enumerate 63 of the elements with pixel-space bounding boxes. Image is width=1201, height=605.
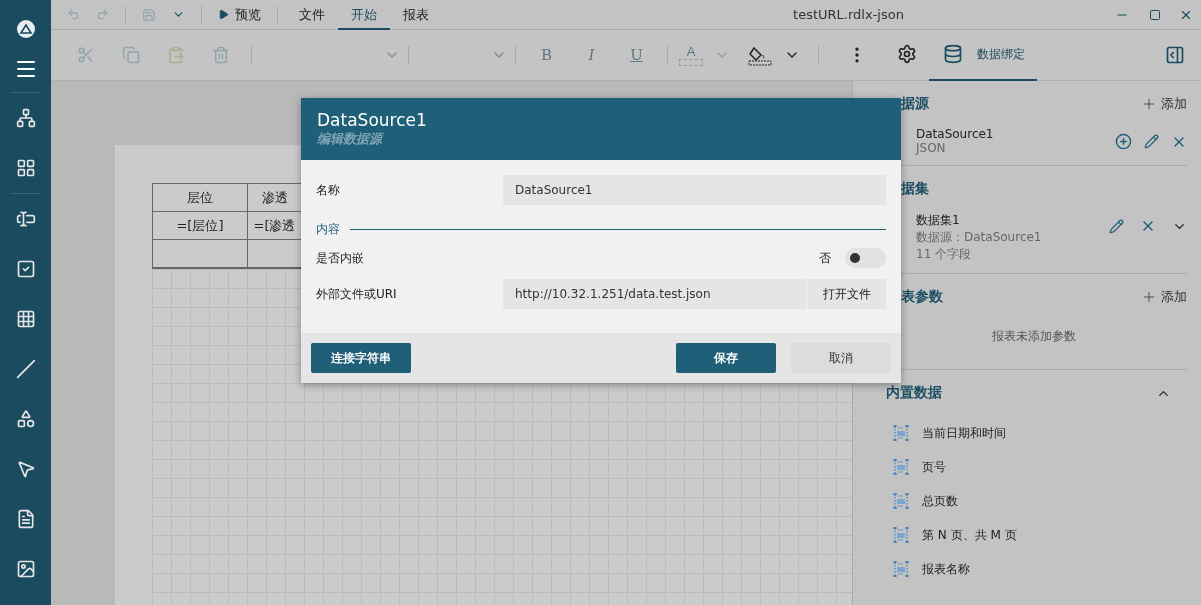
- preview-button[interactable]: 预览: [210, 0, 269, 29]
- plus-icon: [1141, 96, 1157, 112]
- dialog-button[interactable]: 保存: [676, 343, 776, 373]
- name-field[interactable]: DataSource1: [503, 175, 886, 205]
- source-type: JSON: [916, 141, 947, 155]
- add-button[interactable]: 添加: [1141, 95, 1187, 113]
- field-icon: [892, 527, 910, 543]
- table-cell: =[层位]: [153, 212, 248, 240]
- fill-bucket-icon[interactable]: [748, 44, 772, 66]
- section-label: 内容: [316, 220, 340, 238]
- embed-toggle[interactable]: [845, 248, 886, 268]
- maximize-icon[interactable]: [1149, 8, 1161, 21]
- settings-icon: [897, 44, 917, 64]
- plus-icon: [1141, 289, 1157, 305]
- menu-tab[interactable]: 文件: [286, 0, 338, 30]
- open-file-button[interactable]: 打开文件: [807, 279, 886, 309]
- textbox-icon[interactable]: [15, 209, 36, 229]
- field-icon: [892, 459, 910, 475]
- section-title: 据源: [901, 95, 929, 113]
- window-title: testURL.rdlx-json: [792, 7, 905, 22]
- builtin-field[interactable]: 第 N 页、共 M 页: [922, 526, 1017, 544]
- line-icon[interactable]: [15, 359, 36, 379]
- empty-message: 报表未添加参数: [991, 328, 1077, 345]
- panel-toggle-icon[interactable]: [1165, 45, 1185, 65]
- cursor-icon[interactable]: [15, 459, 36, 479]
- section-title: 内置数据: [886, 384, 942, 402]
- shapes-icon[interactable]: [15, 409, 36, 429]
- checkbox-icon[interactable]: [15, 259, 36, 279]
- field-label: 是否内嵌: [316, 249, 365, 267]
- dataset-source: 数据源：DataSource1: [916, 229, 1043, 246]
- builtin-field[interactable]: 报表名称: [922, 560, 970, 578]
- toggle-state: 否: [819, 249, 831, 267]
- edit-icon[interactable]: [1144, 134, 1159, 149]
- dialog-button[interactable]: 连接字符串: [311, 343, 411, 373]
- edit-icon[interactable]: [1109, 218, 1124, 234]
- builtin-field[interactable]: 当前日期和时间: [922, 424, 1006, 442]
- field-icon: [892, 425, 910, 441]
- field-label: 外部文件或URI: [316, 285, 398, 303]
- play-icon: [218, 9, 229, 20]
- add-button[interactable]: 添加: [1141, 288, 1187, 306]
- hierarchy-icon[interactable]: [15, 108, 36, 128]
- section-title: 表参数: [901, 288, 943, 306]
- builtin-field[interactable]: 总页数: [922, 492, 958, 510]
- field-icon: [892, 561, 910, 577]
- grid-icon[interactable]: [15, 158, 36, 178]
- field-label: 名称: [316, 181, 341, 199]
- add-icon[interactable]: [1115, 133, 1132, 150]
- builtin-field[interactable]: 页号: [922, 458, 946, 476]
- field-count: 11 个字段: [916, 246, 973, 263]
- logo-icon[interactable]: [15, 19, 36, 39]
- section-title: 据集: [901, 180, 929, 198]
- image-icon[interactable]: [15, 559, 36, 579]
- field-icon: [892, 493, 910, 509]
- menu-tab[interactable]: 报表: [390, 0, 442, 30]
- database-icon: [943, 44, 963, 64]
- uri-field[interactable]: http://10.32.1.251/data.test.json: [503, 279, 807, 309]
- dialog-title: DataSource1: [317, 110, 428, 130]
- dataset-name: 数据集1: [916, 212, 961, 229]
- table-icon[interactable]: [15, 309, 36, 329]
- dialog-button[interactable]: 取消: [791, 343, 891, 373]
- dialog-subtitle: 编辑数据源: [317, 130, 385, 148]
- source-name: DataSource1: [916, 127, 995, 141]
- table-header: 层位: [153, 184, 248, 212]
